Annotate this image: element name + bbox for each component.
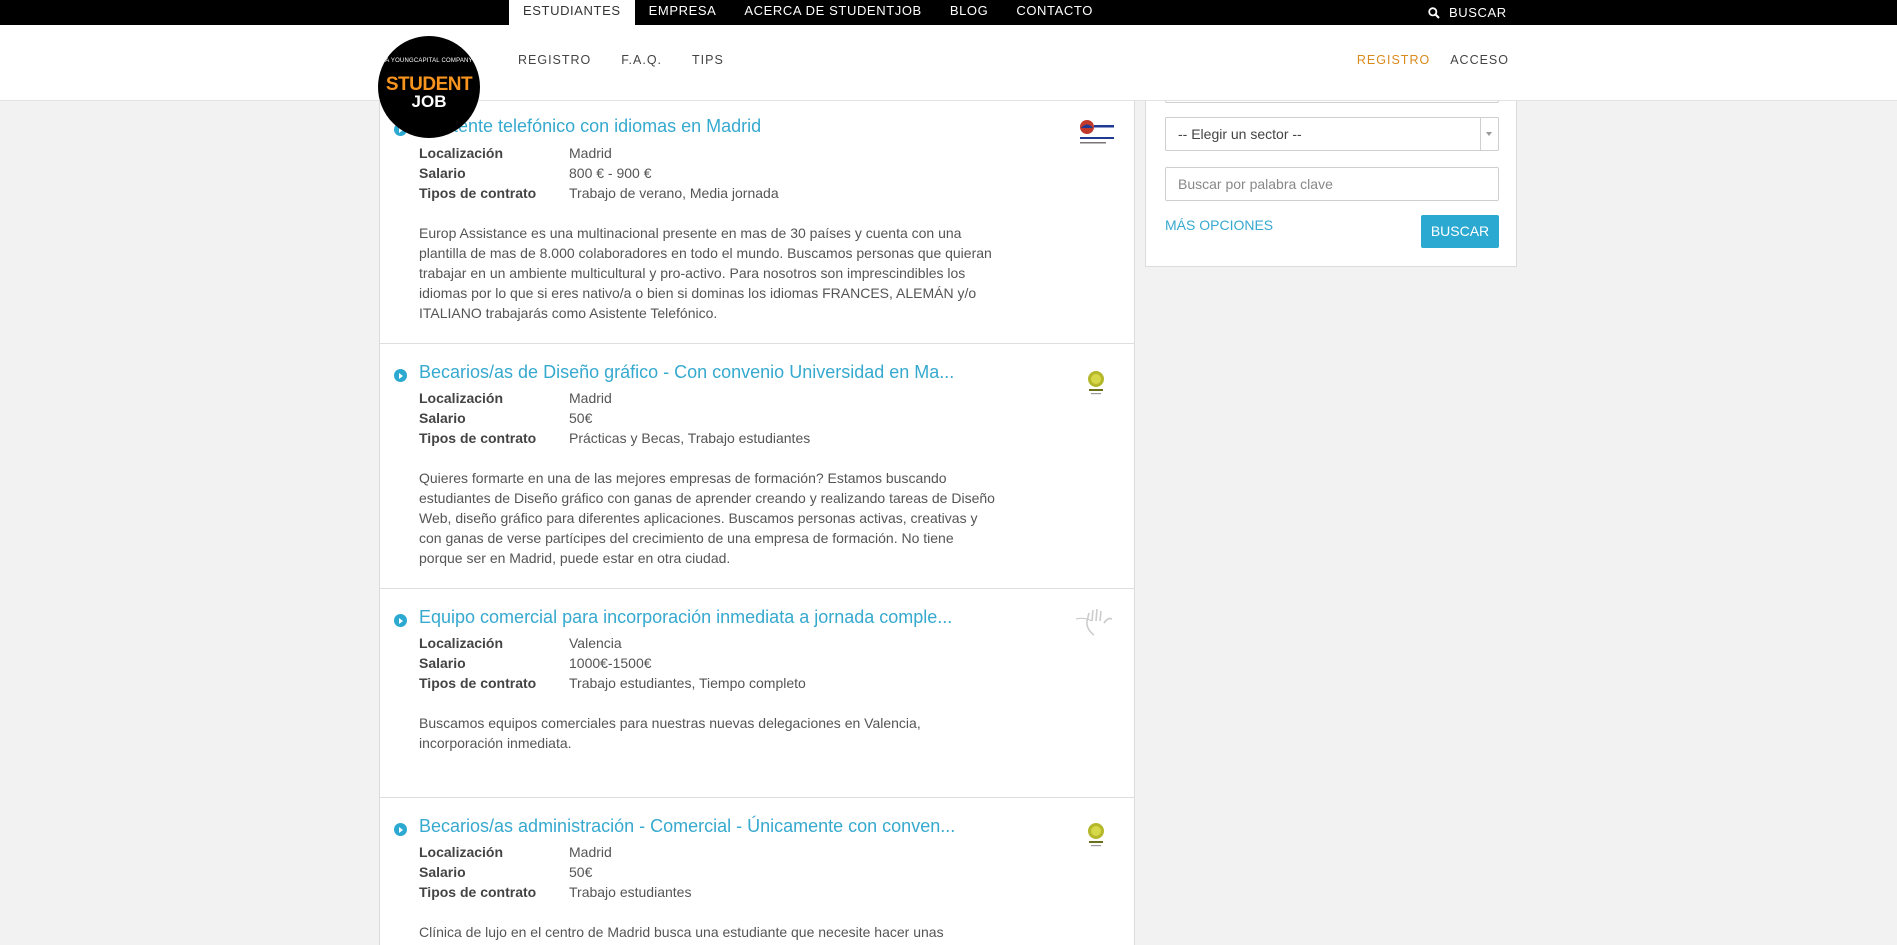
location-label: Localización [419,844,504,860]
search-panel: -- Elegir un sector -- MÁS OPCIONES BUSC… [1145,99,1517,267]
more-options-link[interactable]: MÁS OPCIONES [1165,217,1273,233]
top-search-label: BUSCAR [1449,5,1507,20]
sector-select[interactable]: -- Elegir un sector -- [1165,117,1499,151]
account-links: REGISTRO ACCESO [1357,53,1509,67]
job-card: Asistente telefónico con idiomas en Madr… [380,101,1134,344]
location-label: Localización [419,635,504,651]
salary-value: 50€ [569,410,593,426]
job-description: Clínica de lujo en el centro de Madrid b… [419,924,944,940]
search-icon [1428,6,1440,19]
chevron-down-icon [1480,118,1498,150]
arrow-circle-icon [394,369,407,382]
tab-blog[interactable]: BLOG [936,0,1003,25]
tab-acerca[interactable]: ACERCA DE STUDENTJOB [730,0,935,25]
contract-label: Tipos de contrato [419,675,537,691]
login-link[interactable]: ACCESO [1450,53,1509,67]
top-nav: ESTUDIANTES EMPRESA ACERCA DE STUDENTJOB… [509,0,1107,25]
location-value: Madrid [569,844,612,860]
sub-nav: REGISTRO F.A.Q. TIPS [518,53,724,67]
studentjob-logo[interactable]: A YOUNGCAPITAL COMPANY STUDENT JOB [378,36,480,138]
contract-value: Prácticas y Becas, Trabajo estudiantes [569,430,811,446]
job-list: Asistente telefónico con idiomas en Madr… [379,101,1135,945]
job-card: Equipo comercial para incorporación inme… [380,589,1134,798]
europ-assistance-logo-icon[interactable] [1074,117,1118,149]
contract-value: Trabajo de verano, Media jornada [569,185,779,201]
contract-label: Tipos de contrato [419,430,537,446]
job-title[interactable]: Asistente telefónico con idiomas en Madr… [419,116,761,137]
tab-contacto[interactable]: CONTACTO [1002,0,1107,25]
salary-label: Salario [419,864,466,880]
subnav-faq[interactable]: F.A.Q. [621,53,662,67]
job-card: Becarios/as de Diseño gráfico - Con conv… [380,344,1134,589]
sector-select-value: -- Elegir un sector -- [1178,126,1302,142]
job-description: Europ Assistance es una multinacional pr… [419,225,992,321]
location-value: Madrid [569,145,612,161]
hand-logo-icon[interactable] [1074,607,1118,639]
salary-value: 50€ [569,864,593,880]
location-value: Valencia [569,635,622,651]
job-title[interactable]: Equipo comercial para incorporación inme… [419,607,952,628]
location-label: Localización [419,390,504,406]
lobe-logo-icon[interactable] [1074,820,1118,852]
job-card: Becarios/as administración - Comercial -… [380,798,1134,945]
job-description: Quieres formarte en una de las mejores e… [419,470,995,566]
logo-tagline: A YOUNGCAPITAL COMPANY [385,58,473,64]
register-link[interactable]: REGISTRO [1357,53,1430,67]
subnav-tips[interactable]: TIPS [692,53,724,67]
arrow-circle-icon [394,614,407,627]
salary-label: Salario [419,165,466,181]
site-header: REGISTRO F.A.Q. TIPS REGISTRO ACCESO [0,25,1897,101]
job-description: Buscamos equipos comerciales para nuestr… [419,715,921,751]
tab-estudiantes[interactable]: ESTUDIANTES [509,0,635,25]
salary-label: Salario [419,410,466,426]
job-title[interactable]: Becarios/as de Diseño gráfico - Con conv… [419,362,954,383]
salary-value: 800 € - 900 € [569,165,652,181]
tab-empresa[interactable]: EMPRESA [635,0,731,25]
location-value: Madrid [569,390,612,406]
subnav-registro[interactable]: REGISTRO [518,53,591,67]
search-button[interactable]: BUSCAR [1421,215,1499,248]
contract-label: Tipos de contrato [419,884,537,900]
arrow-circle-icon [394,823,407,836]
contract-label: Tipos de contrato [419,185,537,201]
keyword-search-input[interactable] [1165,167,1499,201]
location-label: Localización [419,145,504,161]
logo-job: JOB [411,92,447,111]
salary-label: Salario [419,655,466,671]
job-title[interactable]: Becarios/as administración - Comercial -… [419,816,955,837]
salary-value: 1000€-1500€ [569,655,652,671]
top-search-link[interactable]: BUSCAR [1428,0,1507,25]
lobe-logo-icon[interactable] [1074,368,1118,400]
contract-value: Trabajo estudiantes, Tiempo completo [569,675,806,691]
contract-value: Trabajo estudiantes [569,884,692,900]
